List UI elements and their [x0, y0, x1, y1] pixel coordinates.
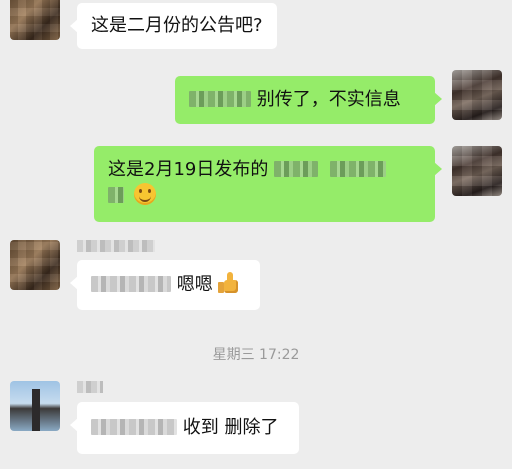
sender-avatar[interactable]	[10, 0, 60, 40]
message-bubble-4[interactable]: 嗯嗯	[70, 260, 260, 310]
message-text: 收到 删除了	[182, 417, 279, 438]
redacted-text	[189, 91, 251, 107]
timestamp: 星期三 17:22	[212, 347, 300, 363]
message-bubble-3[interactable]: 这是2月19日发布的	[94, 146, 442, 222]
message-text: 这是二月份的公告吧?	[91, 15, 263, 36]
sender-avatar[interactable]	[10, 381, 60, 431]
message-text: 别传了，不实信息	[256, 89, 401, 110]
message-line-2	[108, 183, 421, 209]
redacted-text	[91, 276, 171, 292]
sender-avatar[interactable]	[10, 240, 60, 290]
message-line-1: 这是2月19日发布的	[108, 157, 421, 183]
sender-name-redacted	[77, 240, 155, 252]
message-text: 这是2月19日发布的	[108, 159, 269, 180]
thumbs-up-emoji-icon	[218, 272, 239, 294]
self-avatar[interactable]	[452, 146, 502, 196]
message-bubble-2[interactable]: 别传了，不实信息	[175, 76, 442, 124]
redacted-text	[274, 161, 319, 177]
message-bubble-5[interactable]: 收到 删除了	[70, 402, 299, 454]
self-avatar[interactable]	[452, 70, 502, 120]
redacted-text	[329, 161, 386, 177]
message-bubble-1[interactable]: 这是二月份的公告吧?	[70, 3, 277, 49]
redacted-text	[91, 419, 177, 435]
smile-emoji-icon	[133, 183, 156, 205]
redacted-text	[108, 187, 124, 203]
message-text: 嗯嗯	[176, 274, 213, 295]
sender-name-redacted	[77, 381, 103, 393]
